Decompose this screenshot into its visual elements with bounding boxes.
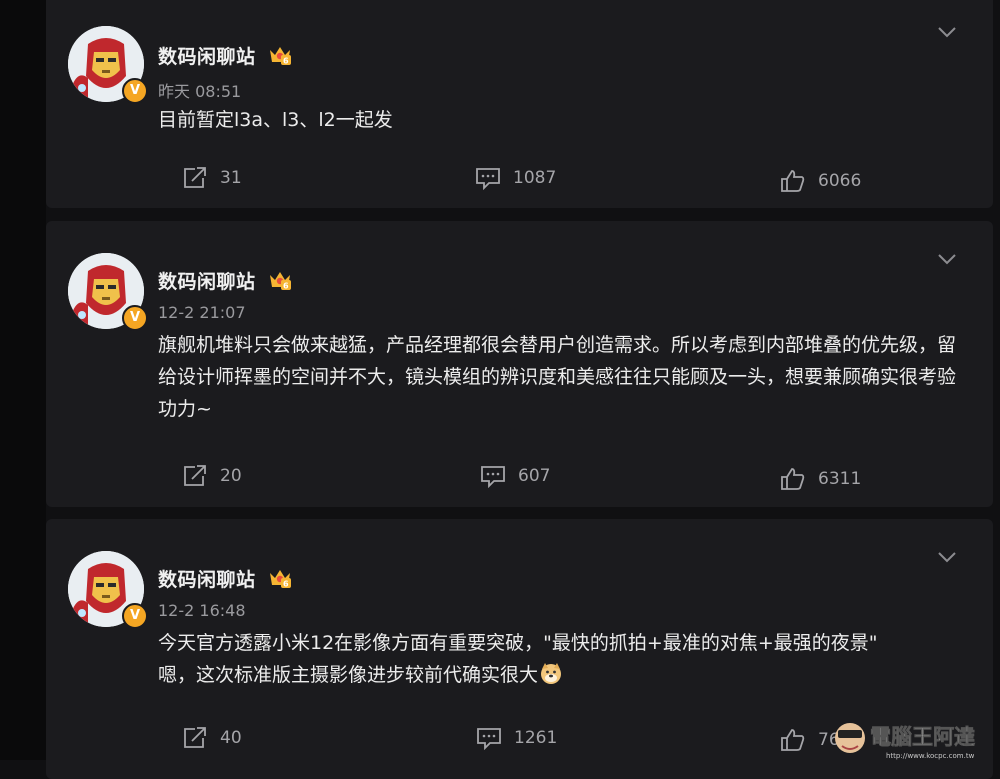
svg-text:6: 6 — [283, 580, 289, 589]
like-button[interactable]: 6311 — [780, 466, 861, 492]
comment-count: 607 — [518, 466, 551, 486]
like-button[interactable]: 76 — [780, 727, 840, 753]
share-arrow-icon — [184, 465, 206, 486]
post-text: 目前暂定l3a、l3、l2一起发 — [158, 109, 393, 131]
post-text: 今天官方透露小米12在影像方面有重要突破，"最快的抓拍+最准的对焦+最强的夜景"… — [158, 627, 978, 691]
svg-text:電腦王阿達: 電腦王阿達 — [870, 725, 975, 749]
comment-button[interactable]: 1261 — [476, 725, 557, 751]
repost-button[interactable]: 40 — [182, 725, 242, 751]
comment-bubble-icon — [481, 466, 505, 488]
svg-text:6: 6 — [283, 282, 289, 291]
like-count: 6311 — [818, 469, 862, 489]
thumbs-up-icon — [781, 729, 805, 751]
like-button[interactable]: 6066 — [780, 168, 861, 194]
crown-icon: 6 — [268, 44, 292, 66]
repost-count: 31 — [220, 168, 242, 188]
chevron-down-icon[interactable] — [937, 252, 957, 266]
comment-count: 1261 — [514, 728, 558, 748]
repost-button[interactable]: 31 — [182, 165, 242, 191]
comment-bubble-icon — [476, 168, 500, 190]
svg-text:6: 6 — [283, 57, 289, 66]
post-text-line-2: 嗯，这次标准版主摄影像进步较前代确实很大 — [158, 659, 978, 691]
like-count: 6066 — [818, 171, 862, 191]
doge-emoji-icon — [539, 661, 563, 685]
crown-icon: 6 — [268, 269, 292, 291]
chevron-down-icon[interactable] — [937, 550, 957, 564]
post-time: 12-2 21:07 — [158, 303, 246, 322]
svg-text:http://www.kocpc.com.tw: http://www.kocpc.com.tw — [886, 752, 975, 760]
thumbs-up-icon — [781, 170, 805, 192]
comment-button[interactable]: 607 — [480, 463, 550, 489]
left-edge — [0, 0, 46, 760]
post-text-line: 今天官方透露小米12在影像方面有重要突破，"最快的抓拍+最准的对焦+最强的夜景" — [158, 632, 878, 654]
author-name[interactable]: 数码闲聊站 — [158, 267, 256, 294]
share-arrow-icon — [184, 727, 206, 748]
verified-badge: V — [122, 603, 148, 629]
comment-bubble-icon — [477, 728, 501, 750]
site-watermark-logo: 電腦王阿達 http://www.kocpc.com.tw — [832, 712, 994, 760]
author-name[interactable]: 数码闲聊站 — [158, 565, 256, 592]
crown-icon: 6 — [268, 567, 292, 589]
repost-button[interactable]: 20 — [182, 463, 242, 489]
post-text: 旗舰机堆料只会做来越猛，产品经理都很会替用户创造需求。所以考虑到内部堆叠的优先级… — [158, 334, 957, 420]
author-name[interactable]: 数码闲聊站 — [158, 42, 256, 69]
comment-button[interactable]: 1087 — [475, 165, 556, 191]
repost-count: 40 — [220, 728, 242, 748]
verified-badge: V — [122, 305, 148, 331]
verified-badge: V — [122, 78, 148, 104]
share-arrow-icon — [184, 167, 206, 188]
repost-count: 20 — [220, 466, 242, 486]
post-card: V 数码闲聊站 6 昨天 08:51 目前暂定l3a、l3、l2一起发 31 1… — [46, 0, 993, 208]
post-card: V 数码闲聊站 6 12-2 21:07 旗舰机堆料只会做来越猛，产品经理都很会… — [46, 221, 993, 507]
chevron-down-icon[interactable] — [937, 25, 957, 39]
comment-count: 1087 — [513, 168, 557, 188]
thumbs-up-icon — [781, 468, 805, 490]
post-text-line: 嗯，这次标准版主摄影像进步较前代确实很大 — [158, 664, 539, 686]
post-time: 昨天 08:51 — [158, 82, 242, 101]
post-time: 12-2 16:48 — [158, 601, 246, 620]
